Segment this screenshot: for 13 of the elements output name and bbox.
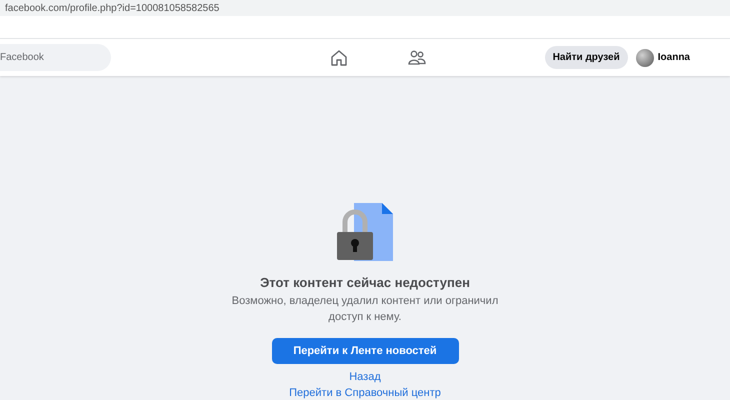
avatar[interactable] (636, 48, 654, 66)
home-icon[interactable] (330, 48, 348, 66)
friends-icon[interactable] (408, 48, 426, 66)
locked-document-drawing (335, 203, 395, 263)
link[interactable]: Перейти в Справочный центр (289, 387, 441, 399)
url-text[interactable]: facebook.com/profile.php?id=100081058582565 (5, 2, 220, 14)
message-text: Возможно, владелец удалил контент или ограничил доступ к нему. (230, 294, 500, 325)
link[interactable]: Назад (349, 371, 381, 383)
message-title: Этот контент сейчас недоступен (260, 275, 470, 290)
news-feed-button[interactable]: Перейти к Ленте новостей (272, 338, 458, 364)
search-field[interactable]: Facebook (0, 44, 111, 71)
profile-name[interactable]: Ioanna (658, 52, 690, 63)
find-friends-button[interactable]: Найти друзей (544, 46, 628, 69)
